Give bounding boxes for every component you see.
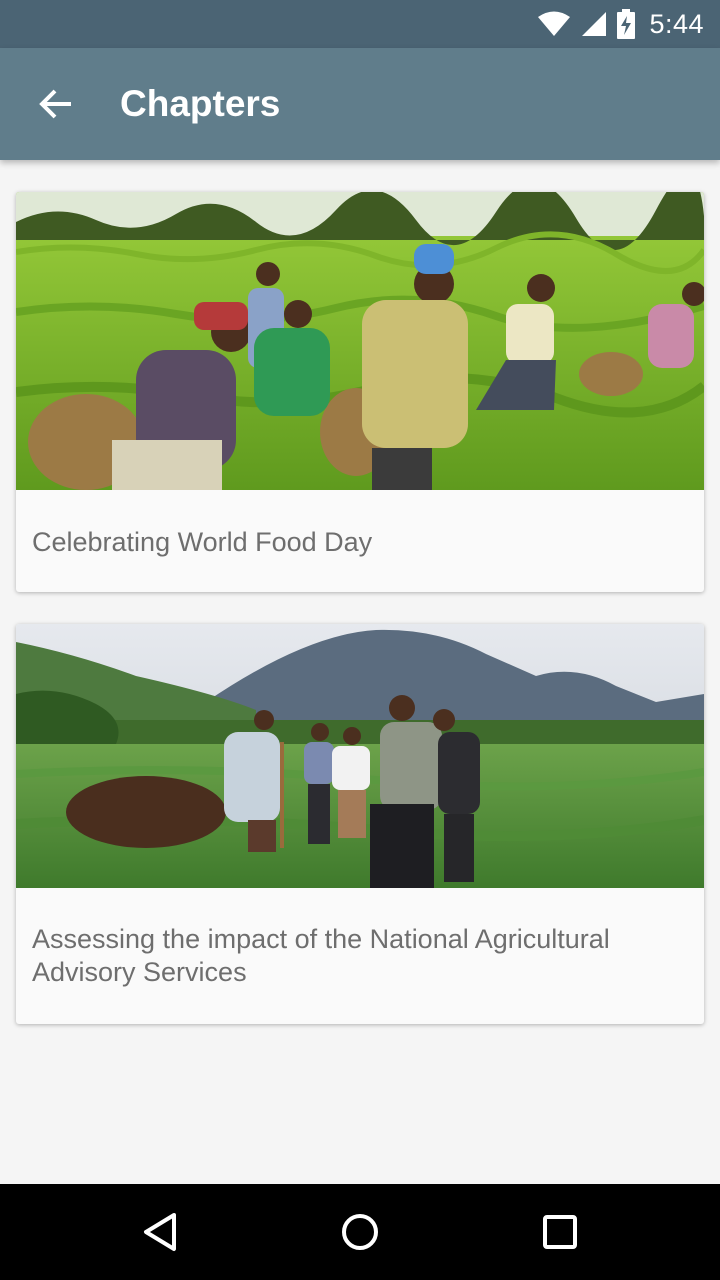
chapter-title: Assessing the impact of the National Agr… bbox=[32, 924, 610, 987]
navigation-bar bbox=[0, 1184, 720, 1280]
arrow-back-icon bbox=[39, 89, 71, 119]
chapter-card[interactable]: Celebrating World Food Day bbox=[16, 192, 704, 592]
app-bar: Chapters bbox=[0, 48, 720, 160]
chapter-card[interactable]: Assessing the impact of the National Agr… bbox=[16, 624, 704, 1024]
chapter-title: Celebrating World Food Day bbox=[32, 527, 373, 557]
status-time: 5:44 bbox=[649, 8, 704, 39]
nav-home-button[interactable] bbox=[336, 1208, 384, 1256]
nav-back-button[interactable] bbox=[136, 1208, 184, 1256]
farmers-field-volcano-photo bbox=[16, 624, 704, 888]
page-title: Chapters bbox=[120, 83, 281, 124]
home-circle-icon bbox=[342, 1214, 378, 1250]
back-button[interactable] bbox=[28, 76, 84, 132]
cell-signal-icon bbox=[581, 11, 607, 37]
nav-recents-button[interactable] bbox=[536, 1208, 584, 1256]
battery-charging-icon bbox=[617, 9, 636, 39]
tea-pickers-photo bbox=[16, 192, 704, 490]
wifi-icon bbox=[537, 11, 571, 37]
back-triangle-icon bbox=[144, 1213, 176, 1251]
status-bar: 5:44 bbox=[0, 0, 720, 48]
recents-square-icon bbox=[543, 1215, 577, 1249]
